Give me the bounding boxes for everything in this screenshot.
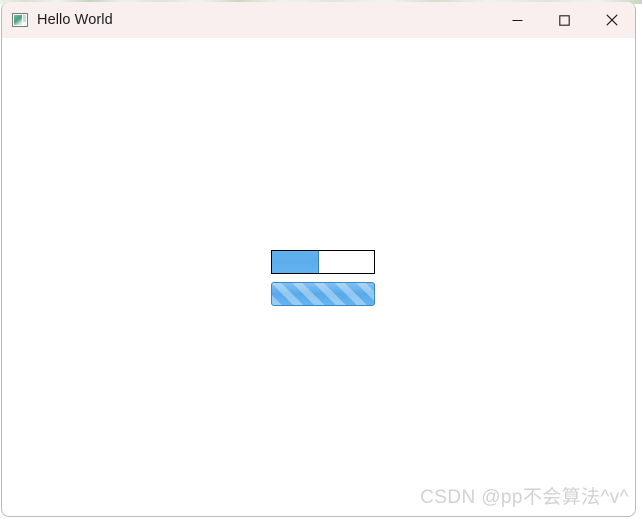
indeterminate-progress-bar[interactable] — [271, 282, 375, 306]
title-bar[interactable]: Hello World — [2, 2, 635, 38]
minimize-icon — [512, 19, 523, 21]
window-title: Hello World — [37, 12, 113, 28]
maximize-icon — [559, 14, 570, 26]
maximize-button[interactable] — [541, 2, 588, 38]
minimize-button[interactable] — [494, 2, 541, 38]
progress-bar-group — [271, 250, 375, 306]
application-window: Hello World — [1, 2, 636, 517]
window-controls — [494, 2, 635, 38]
close-button[interactable] — [588, 2, 635, 38]
progress-gloss — [272, 283, 374, 293]
determinate-progress-bar[interactable] — [271, 250, 375, 274]
watermark-text: CSDN @pp不会算法^v^ — [420, 487, 629, 508]
client-area — [2, 38, 635, 516]
close-icon — [605, 14, 618, 26]
progress-fill — [272, 251, 319, 273]
app-image-icon — [12, 13, 28, 27]
